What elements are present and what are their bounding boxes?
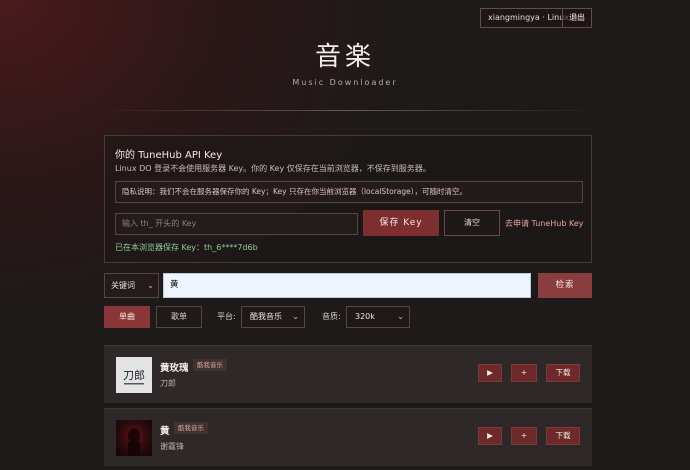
tab-single[interactable]: 单曲 (104, 306, 150, 328)
song-artist: 刀郎 (160, 379, 176, 388)
platform-select[interactable]: 酷我音乐 ⌄ (241, 306, 305, 328)
search-row: 关键词 ⌄ 黄 检索 (104, 273, 592, 298)
download-button[interactable]: 下载 (546, 427, 580, 445)
play-button[interactable]: ▶ (478, 427, 502, 445)
quality-label: 音质: (322, 312, 341, 321)
cover-text: 刀郎 (123, 368, 145, 382)
search-type-select[interactable]: 关键词 ⌄ (104, 273, 159, 298)
album-cover (116, 420, 152, 456)
album-art-icon: 刀郎 (116, 357, 152, 393)
source-badge: 酷我音乐 (174, 422, 208, 434)
api-key-title: 你的 TuneHub API Key (115, 150, 223, 161)
platform-value: 酷我音乐 (250, 312, 282, 321)
search-input[interactable]: 黄 (163, 273, 531, 298)
save-key-button[interactable]: 保存 Key (363, 210, 439, 236)
add-button[interactable]: + (511, 364, 537, 382)
tab-playlist[interactable]: 歌单 (156, 306, 202, 328)
page-title: 音楽 (314, 42, 375, 72)
source-badge: 酷我音乐 (193, 359, 227, 371)
clear-key-button[interactable]: 清空 (444, 210, 500, 236)
quality-select[interactable]: 320k ⌄ (346, 306, 410, 328)
chevron-down-icon: ⌄ (147, 281, 154, 290)
result-item: 黄 酷我音乐 谢霆锋 ▶ + 下载 (104, 408, 592, 466)
download-button[interactable]: 下载 (546, 364, 580, 382)
search-type-label: 关键词 (111, 281, 135, 290)
key-saved-status: 已在本浏览器保存 Key：th_6****7d6b (115, 243, 258, 252)
play-button[interactable]: ▶ (478, 364, 502, 382)
plus-icon: + (520, 368, 528, 377)
song-title: 黄玫瑰 (160, 363, 189, 374)
plus-icon: + (520, 431, 528, 440)
album-cover: 刀郎 (116, 357, 152, 393)
play-icon: ▶ (487, 431, 493, 440)
page-subtitle: Music Downloader (292, 78, 398, 87)
play-icon: ▶ (487, 368, 493, 377)
api-key-input[interactable]: 输入 th_ 开头的 Key (115, 213, 358, 235)
result-item: 刀郎 黄玫瑰 酷我音乐 刀郎 ▶ + 下载 (104, 345, 592, 403)
api-key-description: Linux DO 登录不会使用服务器 Key。你的 Key 仅保存在当前浏览器，… (115, 164, 431, 173)
search-button[interactable]: 检索 (538, 273, 592, 298)
chevron-down-icon: ⌄ (292, 312, 299, 321)
chevron-down-icon: ⌄ (397, 312, 404, 321)
api-key-panel: 你的 TuneHub API Key Linux DO 登录不会使用服务器 Ke… (104, 135, 592, 263)
quality-value: 320k (355, 312, 375, 321)
filter-row: 单曲 歌单 平台: 酷我音乐 ⌄ 音质: 320k ⌄ (104, 306, 592, 328)
platform-label: 平台: (217, 312, 236, 321)
song-artist: 谢霆锋 (160, 442, 184, 451)
song-title: 黄 (160, 426, 170, 437)
apply-key-link[interactable]: 去申请 TuneHub Key (505, 218, 584, 229)
album-art-icon (128, 428, 140, 456)
logout-button[interactable]: 退出 (562, 8, 592, 28)
header-divider (92, 110, 604, 111)
add-button[interactable]: + (511, 427, 537, 445)
privacy-note: 隐私说明：我们不会在服务器保存你的 Key；Key 只存在你当前浏览器（loca… (115, 181, 583, 203)
